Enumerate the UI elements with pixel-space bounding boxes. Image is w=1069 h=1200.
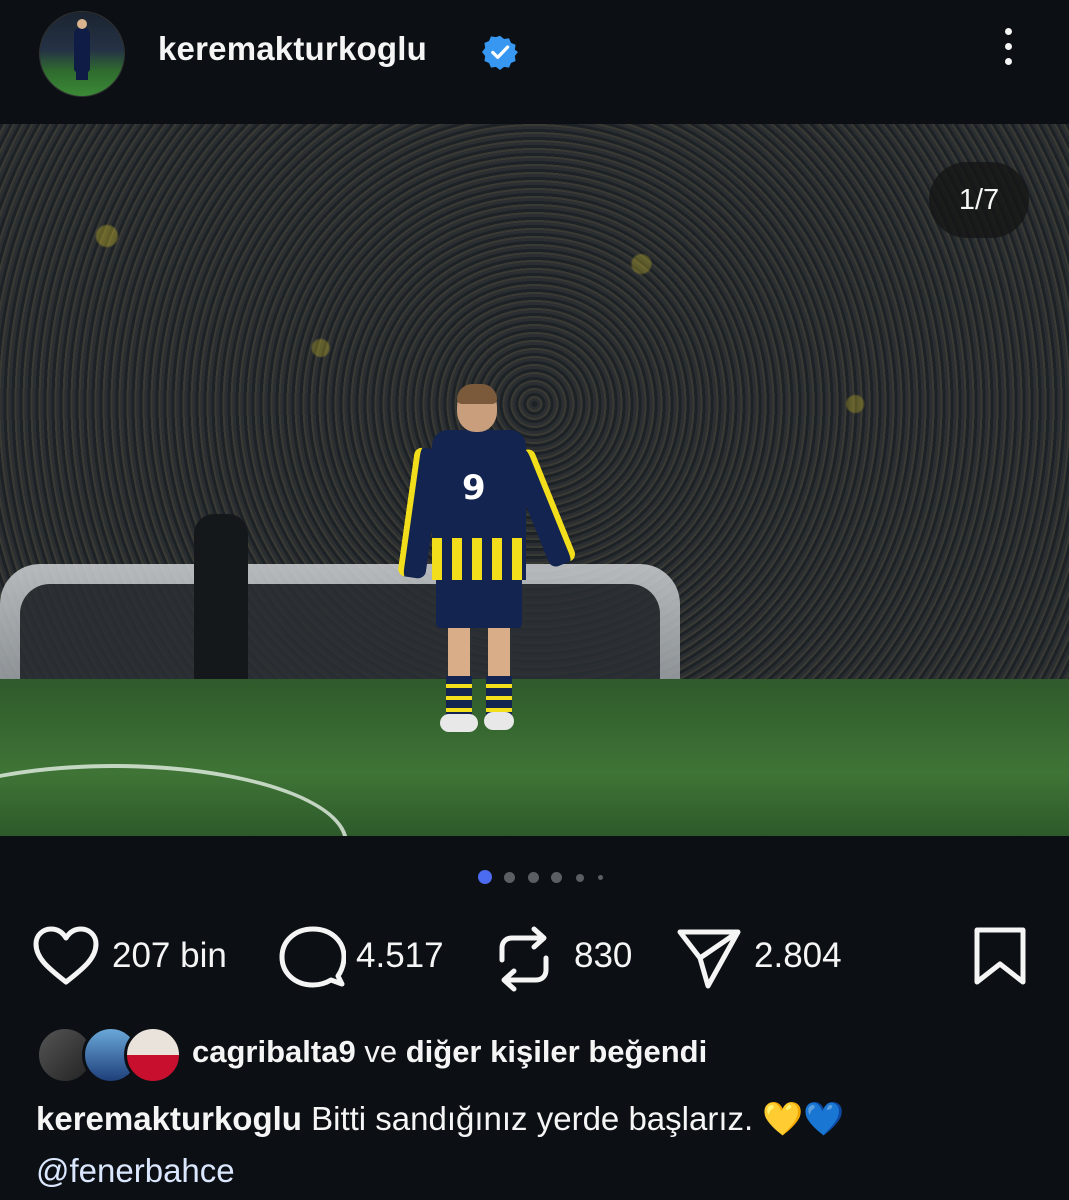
carousel-dot-active[interactable]	[478, 870, 492, 884]
comment-count[interactable]: 4.517	[356, 936, 444, 976]
share-icon[interactable]	[676, 926, 742, 990]
comment-action[interactable]: 4.517	[278, 920, 468, 1000]
carousel-dot[interactable]	[598, 875, 603, 880]
caption: keremakturkoglu Bitti sandığınız yerde b…	[36, 1100, 845, 1139]
liker-avatar[interactable]	[124, 1026, 182, 1084]
repost-count[interactable]: 830	[574, 936, 632, 976]
liked-by-row[interactable]: cagribalta9 ve diğer kişiler beğendi	[0, 1022, 1069, 1084]
carousel-dot[interactable]	[528, 872, 539, 883]
avatar-figure	[74, 19, 90, 80]
slide-counter: 1/7	[929, 162, 1029, 238]
share-action[interactable]: 2.804	[676, 920, 876, 1000]
profile-avatar[interactable]	[40, 12, 124, 96]
post-header: keremakturkoglu	[0, 0, 1069, 110]
coach-figure	[194, 514, 248, 682]
carousel-dot[interactable]	[551, 872, 562, 883]
bookmark-icon[interactable]	[973, 926, 1027, 988]
verified-badge-icon	[482, 35, 518, 70]
caption-username[interactable]: keremakturkoglu	[36, 1100, 302, 1137]
liked-by-connector: ve	[364, 1034, 398, 1069]
carousel-dot[interactable]	[504, 872, 515, 883]
liker-username[interactable]: cagribalta9	[192, 1034, 356, 1069]
share-count[interactable]: 2.804	[754, 936, 842, 976]
caption-text: Bitti sandığınız yerde başlarız. 💛💙	[311, 1100, 845, 1137]
player-figure: 9	[397, 384, 578, 756]
heart-icon[interactable]	[32, 926, 100, 986]
repost-icon[interactable]	[494, 926, 554, 992]
repost-action[interactable]: 830	[494, 920, 654, 1000]
action-bar: 207 bin 4.517 830 2.804	[0, 920, 1069, 1000]
like-count[interactable]: 207 bin	[112, 936, 227, 976]
dugout	[0, 564, 680, 684]
username-link[interactable]: keremakturkoglu	[158, 30, 427, 68]
liked-by-others[interactable]: diğer kişiler beğendi	[406, 1034, 707, 1069]
like-action[interactable]: 207 bin	[32, 920, 252, 1000]
more-vertical-icon[interactable]	[994, 28, 1022, 78]
carousel-dot[interactable]	[576, 874, 584, 882]
liked-by-text: cagribalta9 ve diğer kişiler beğendi	[192, 1034, 707, 1070]
post-media[interactable]: 9 1/7	[0, 124, 1069, 836]
caption-mention[interactable]: @fenerbahce	[36, 1152, 235, 1190]
comment-icon[interactable]	[278, 926, 346, 990]
carousel-indicator	[478, 869, 638, 887]
